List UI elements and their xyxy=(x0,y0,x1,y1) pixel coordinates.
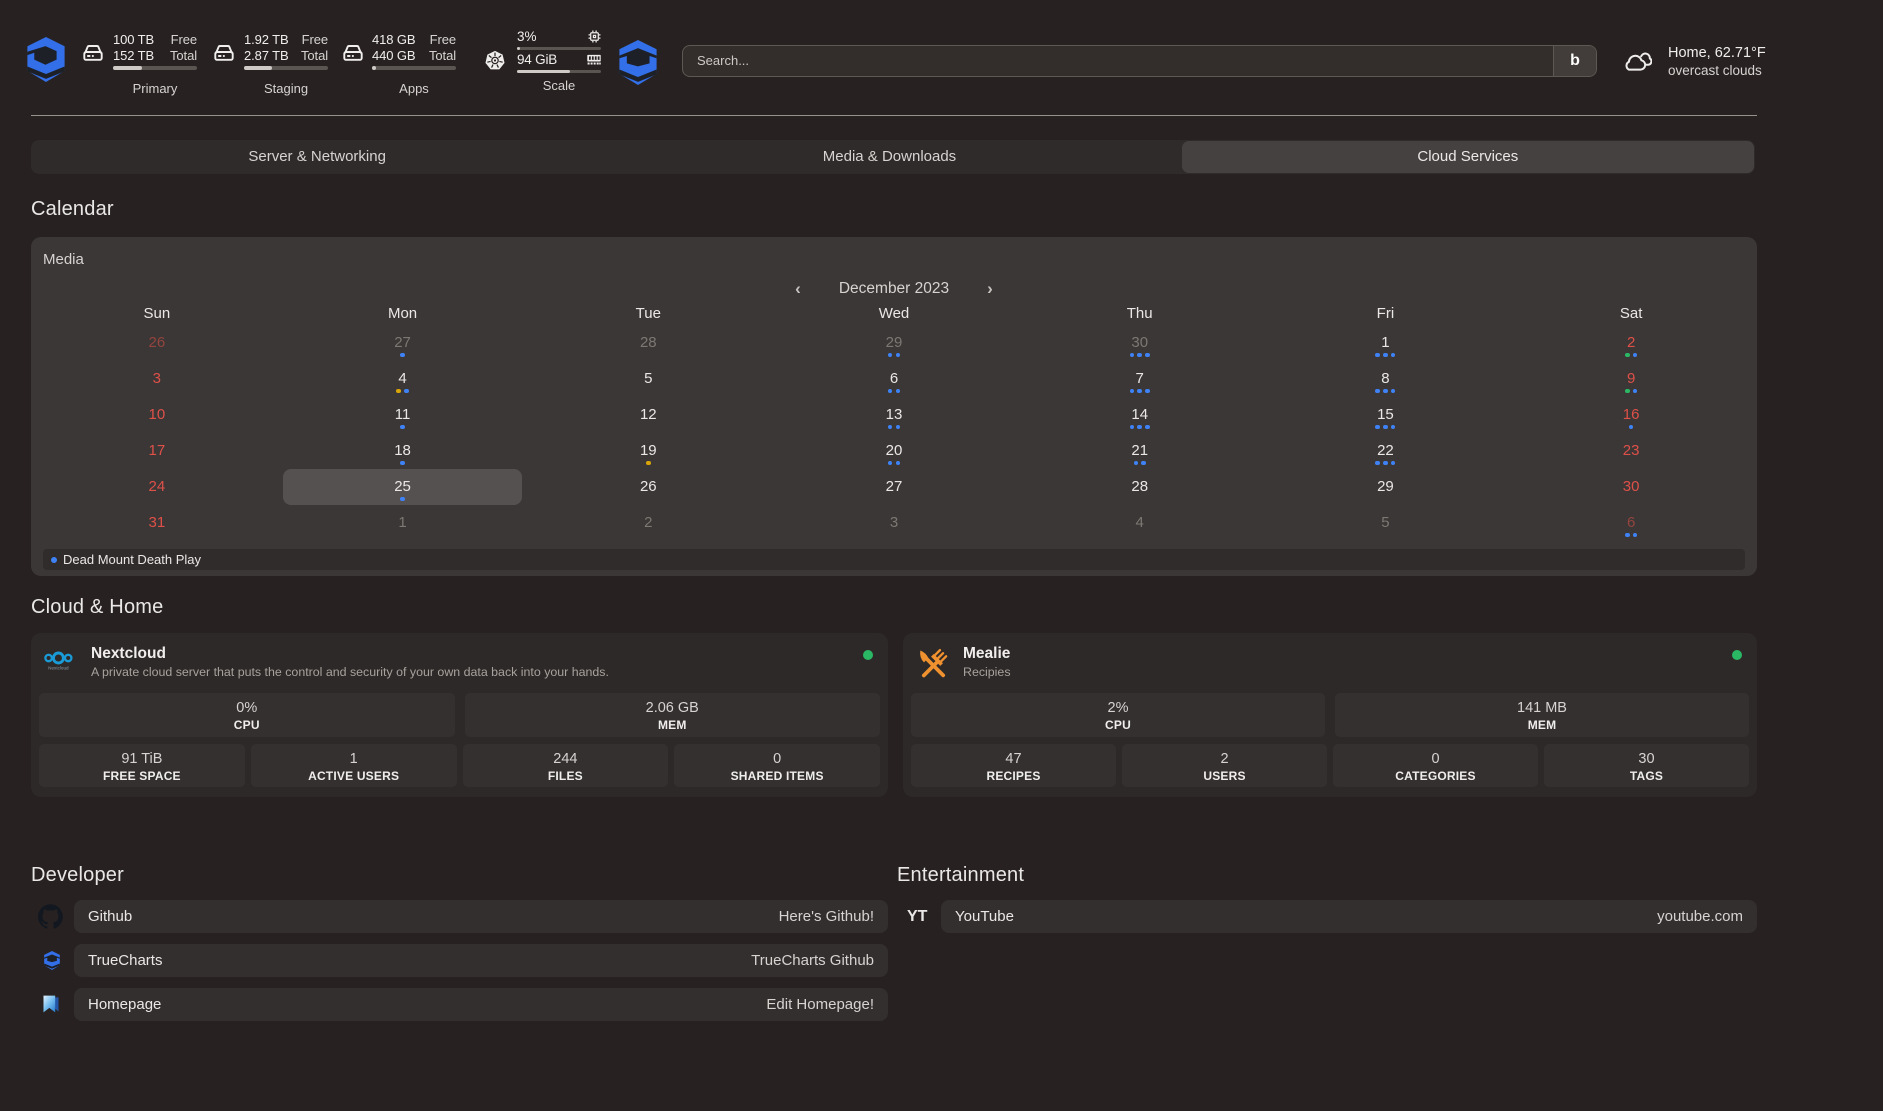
svg-text:Nextcloud: Nextcloud xyxy=(48,666,69,671)
